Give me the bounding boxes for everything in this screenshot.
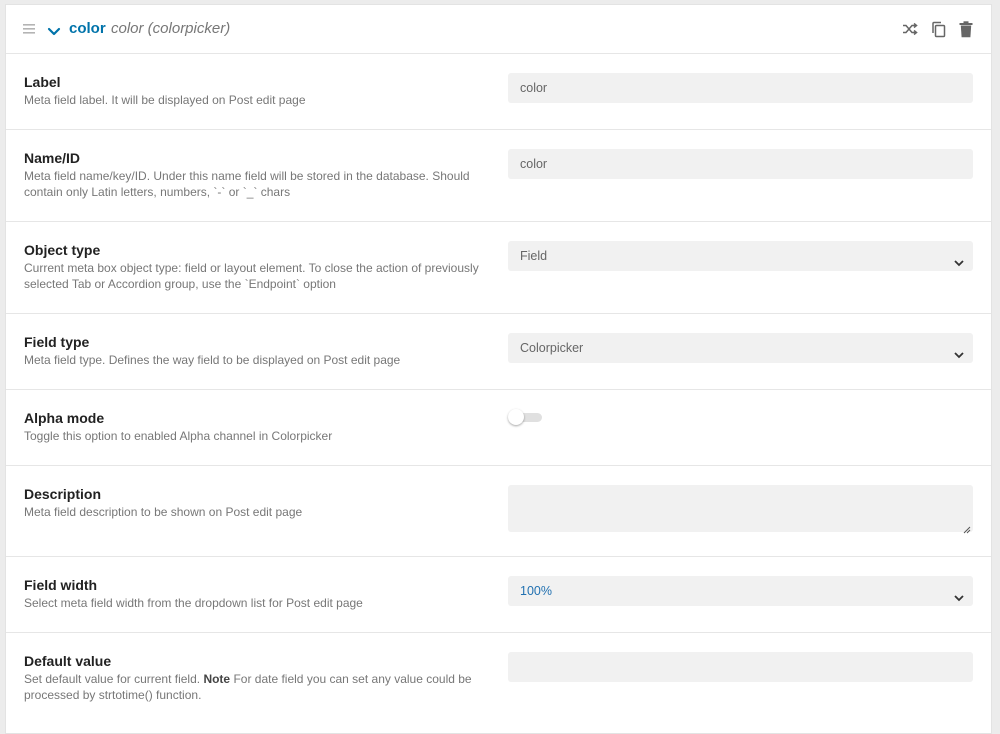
field-width-value: 100% [520, 584, 552, 598]
default-value-title: Default value [24, 653, 112, 669]
shuffle-icon[interactable] [901, 19, 919, 39]
header-actions [901, 19, 975, 39]
chevron-down-icon [953, 250, 965, 267]
name-id-description-line2: contain only Latin letters, numbers, `-`… [24, 185, 291, 199]
label-description: Meta field label. It will be displayed o… [24, 93, 306, 107]
name-id-input[interactable]: color [508, 149, 973, 179]
row-field-width: Field width Select meta field width from… [6, 557, 991, 633]
alpha-mode-title: Alpha mode [24, 410, 105, 426]
object-type-title: Object type [24, 242, 101, 258]
field-name-title[interactable]: color [69, 20, 106, 37]
drag-handle-icon[interactable] [22, 22, 36, 34]
field-type-description: Meta field type. Defines the way field t… [24, 353, 401, 367]
trash-icon[interactable] [957, 19, 975, 39]
name-id-description-line1: Meta field name/key/ID. Under this name … [24, 169, 470, 183]
field-width-description: Select meta field width from the dropdow… [24, 596, 363, 610]
field-type-title: Field type [24, 334, 90, 350]
field-type-subtitle: color (colorpicker) [111, 20, 231, 37]
row-object-type: Object type Current meta box object type… [6, 222, 991, 314]
description-textarea[interactable] [508, 485, 973, 532]
alpha-mode-description: Toggle this option to enabled Alpha chan… [24, 429, 333, 443]
description-description: Meta field description to be shown on Po… [24, 505, 303, 519]
row-label: Label Meta field label. It will be displ… [6, 54, 991, 130]
toggle-knob [508, 409, 524, 425]
chevron-down-icon [953, 342, 965, 359]
meta-field-panel: color color (colorpicker) Label Meta fie… [5, 4, 992, 734]
default-value-input[interactable] [508, 652, 973, 682]
field-type-select[interactable]: Colorpicker [508, 333, 973, 363]
chevron-down-icon[interactable] [47, 24, 61, 36]
row-field-type: Field type Meta field type. Defines the … [6, 314, 991, 390]
object-type-description-line2: selected Tab or Accordion group, use the… [24, 277, 336, 291]
label-title: Label [24, 74, 61, 90]
field-width-select[interactable]: 100% [508, 576, 973, 606]
name-id-title: Name/ID [24, 150, 81, 166]
field-header[interactable]: color color (colorpicker) [6, 5, 991, 54]
default-value-description-line1: Set default value for current field. Not… [24, 672, 472, 686]
description-title: Description [24, 486, 102, 502]
object-type-select[interactable]: Field [508, 241, 973, 271]
default-value-description-line2: processed by strtotime() function. [24, 688, 202, 702]
row-alpha-mode: Alpha mode Toggle this option to enabled… [6, 390, 991, 466]
row-default-value: Default value Set default value for curr… [6, 633, 991, 725]
chevron-down-icon [953, 585, 965, 602]
row-description: Description Meta field description to be… [6, 466, 991, 557]
alpha-mode-toggle[interactable] [508, 409, 542, 425]
row-name-id: Name/ID Meta field name/key/ID. Under th… [6, 130, 991, 222]
label-input[interactable]: color [508, 73, 973, 103]
field-width-title: Field width [24, 577, 98, 593]
object-type-value: Field [520, 249, 548, 263]
field-type-value: Colorpicker [520, 341, 584, 355]
copy-icon[interactable] [929, 19, 947, 39]
object-type-description-line1: Current meta box object type: field or l… [24, 261, 479, 275]
